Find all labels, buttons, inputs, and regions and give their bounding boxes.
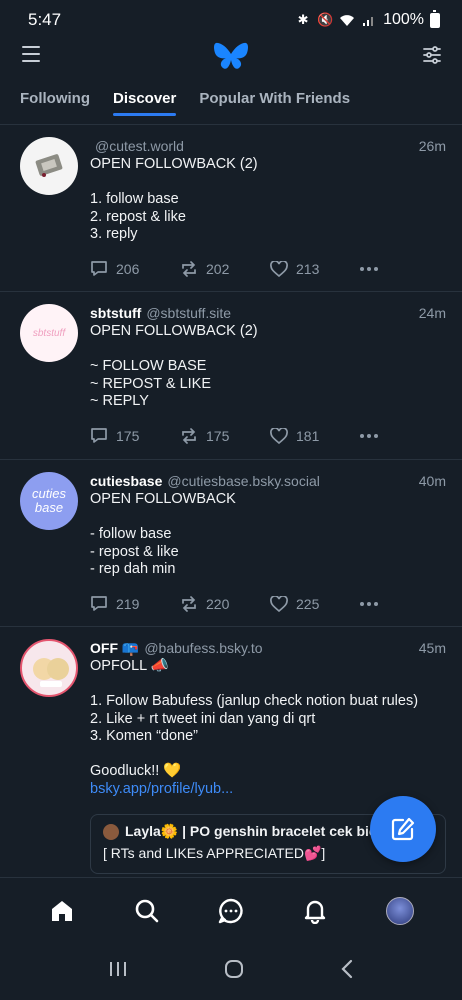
reply-button[interactable]: 219 [90,595,180,612]
nav-messages[interactable] [211,891,251,931]
status-icons: ✱ 🔇 100% [295,9,440,29]
back-icon[interactable] [340,959,354,984]
post-meta: @cutest.world [90,137,446,155]
like-button[interactable]: 213 [270,260,360,277]
system-nav [0,943,462,1000]
like-count: 181 [296,427,320,444]
post-item[interactable]: cuties base cutiesbase @cutiesbase.bsky.… [0,460,462,627]
status-bar: 5:47 ✱ 🔇 100% [0,0,462,40]
reply-button[interactable]: 175 [90,427,180,444]
avatar-text: sbtstuff [32,327,66,339]
post-item[interactable]: @cutest.world 26m OPEN FOLLOWBACK (2) 1.… [0,125,462,292]
reply-count: 206 [116,260,140,277]
quoted-author[interactable]: Layla🌼 | PO genshin bracelet cek bio [125,823,377,840]
nav-profile[interactable] [380,891,420,931]
reply-icon [91,428,107,443]
avatar-text: cuties base [32,486,66,515]
post-handle[interactable]: @cutiesbase.bsky.social [167,472,319,490]
post-author[interactable]: sbtstuff [90,304,141,322]
post-author[interactable]: cutiesbase [90,472,162,490]
repost-icon [182,260,196,277]
compose-icon [391,817,415,841]
battery-icon [430,9,440,28]
reply-icon [91,261,107,276]
home-icon [52,900,73,921]
heart-icon [270,427,288,444]
like-button[interactable]: 225 [270,595,360,612]
more-options-icon[interactable] [360,433,378,438]
feed[interactable]: @cutest.world 26m OPEN FOLLOWBACK (2) 1.… [0,125,462,887]
compose-button[interactable] [370,796,436,862]
tab-popular-with-friends[interactable]: Popular With Friends [199,84,350,116]
like-count: 225 [296,595,320,612]
avatar[interactable] [20,137,78,195]
reply-count: 175 [116,427,140,444]
post-time: 40m [418,473,446,489]
like-button[interactable]: 181 [270,427,360,444]
bottom-nav [0,877,462,943]
repost-count: 175 [206,427,230,444]
profile-avatar[interactable] [385,896,414,925]
recent-apps-icon[interactable] [108,960,128,983]
reply-icon [91,596,107,611]
heart-icon [270,595,288,612]
search-icon [135,899,158,922]
nav-search[interactable] [127,891,167,931]
avatar[interactable] [20,639,78,697]
repost-button[interactable]: 202 [180,261,270,277]
mute-icon: 🔇 [316,12,334,27]
post-time: 24m [418,305,446,321]
like-count: 213 [296,260,320,277]
post-actions: 175 175 181 [90,411,446,461]
post-item[interactable]: sbtstuff sbtstuff @sbtstuff.site 24m OPE… [0,292,462,460]
post-actions: 219 220 225 [90,579,446,629]
signal-icon [361,12,377,28]
post-handle[interactable]: @sbtstuff.site [146,304,231,322]
post-time: 45m [418,640,446,656]
top-bar [0,40,462,74]
tab-following[interactable]: Following [20,84,90,116]
post-meta: sbtstuff @sbtstuff.site [90,304,446,322]
battery-percent: 100% [383,11,424,28]
nav-home[interactable] [42,891,82,931]
avatar[interactable]: sbtstuff [20,304,78,362]
more-options-icon[interactable] [360,601,378,606]
repost-button[interactable]: 220 [180,596,270,612]
avatar[interactable]: cuties base [20,472,78,530]
repost-count: 220 [206,595,230,612]
repost-count: 202 [206,260,230,277]
reply-button[interactable]: 206 [90,260,180,277]
home-system-icon[interactable] [224,959,244,984]
post-meta: OFF 📪 @babufess.bsky.to [90,639,446,657]
tab-discover[interactable]: Discover [112,84,177,116]
more-options-icon[interactable] [360,266,378,271]
post-handle[interactable]: @cutest.world [95,137,184,155]
bell-icon [305,900,326,924]
repost-button[interactable]: 175 [180,428,270,444]
heart-icon [270,260,288,277]
bluesky-logo-icon[interactable] [213,40,249,72]
post-text: OPEN FOLLOWBACK - follow base - repost &… [90,491,236,577]
quoted-avatar[interactable] [103,823,119,840]
repost-icon [182,427,196,444]
post-time: 26m [418,138,446,154]
repost-icon [182,595,196,612]
menu-icon[interactable] [22,46,40,64]
post-meta: cutiesbase @cutiesbase.bsky.social [90,472,446,490]
post-text: OPEN FOLLOWBACK (2) 1. follow base 2. re… [90,156,258,242]
bluetooth-icon: ✱ [297,12,309,27]
wifi-icon [339,12,355,28]
chat-icon [218,898,243,923]
post-handle[interactable]: @babufess.bsky.to [144,639,262,657]
post-text: OPEN FOLLOWBACK (2) ~ FOLLOW BASE ~ REPO… [90,323,258,409]
post-link[interactable]: bsky.app/profile/lyub... [90,781,446,799]
post-text: OPFOLL 📣 1. Follow Babufess (janlup chec… [90,658,419,779]
status-time: 5:47 [28,10,62,29]
nav-notifications[interactable] [295,891,335,931]
reply-count: 219 [116,595,140,612]
feed-tabs: Following Discover Popular With Friends [0,84,462,124]
post-actions: 206 202 213 [90,244,446,294]
feed-settings-icon[interactable] [422,45,442,65]
post-author[interactable]: OFF 📪 [90,639,139,657]
